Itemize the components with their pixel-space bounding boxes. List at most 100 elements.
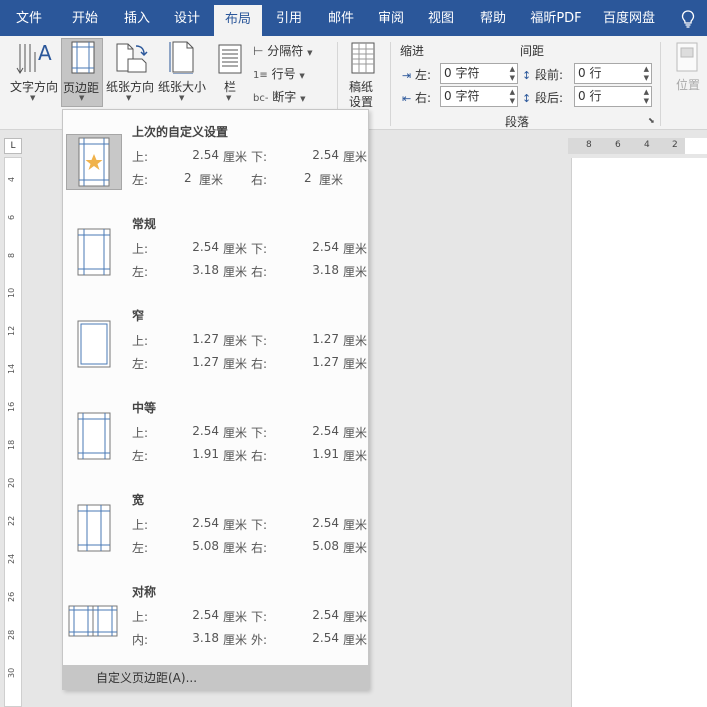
orientation-button[interactable]: 纸张方向 ▼ <box>104 38 156 106</box>
spin-down-icon[interactable]: ▼ <box>510 74 515 82</box>
tab-design[interactable]: 设计 <box>164 0 210 36</box>
preset-name: 上次的自定义设置 <box>132 125 229 139</box>
label-top: 上: <box>132 426 149 440</box>
position-icon <box>676 42 698 72</box>
margin-preset-mirrored[interactable]: 对称 上: 2.54 厘米 下: 2.54 厘米 内: 3.18 厘米 外: 2… <box>63 576 368 668</box>
spin-up-icon[interactable]: ▲ <box>510 88 515 96</box>
unit: 厘米 <box>343 541 368 555</box>
paper-size-button[interactable]: 纸张大小 ▼ <box>157 38 209 106</box>
unit: 厘米 <box>343 610 368 624</box>
label-top: 上: <box>132 334 149 348</box>
lightbulb-icon[interactable] <box>680 10 696 28</box>
label-top: 上: <box>132 150 149 164</box>
spin-down-icon[interactable]: ▼ <box>510 97 515 105</box>
dialog-launcher-icon[interactable]: ⬊ <box>648 116 655 125</box>
spin-down-icon[interactable]: ▼ <box>644 97 649 105</box>
preset-name: 窄 <box>132 309 145 323</box>
line-numbers-button[interactable]: 1≡ 行号 ▼ <box>253 65 305 82</box>
value-bottom: 2.54 <box>312 240 339 254</box>
spacing-after-input[interactable]: 0 行 ▲ ▼ <box>574 86 652 107</box>
tab-selector[interactable]: L <box>4 138 22 154</box>
chevron-down-icon: ▼ <box>299 72 305 80</box>
margin-preset-narrow[interactable]: 窄 上: 1.27 厘米 下: 1.27 厘米 左: 1.27 厘米 右: 1.… <box>63 300 368 392</box>
spin-up-icon[interactable]: ▲ <box>644 65 649 73</box>
hyphenation-label: 断字 <box>272 90 297 104</box>
margins-button[interactable]: 页边距 ▼ <box>61 38 103 107</box>
indent-left-icon: ⇥ <box>402 69 412 82</box>
tab-view[interactable]: 视图 <box>418 0 464 36</box>
line-numbers-icon: 1≡ <box>253 70 268 81</box>
indent-title: 缩进 <box>400 44 425 58</box>
manuscript-button[interactable]: 稿纸 设置 <box>345 38 381 109</box>
horizontal-ruler[interactable]: 8 6 4 2 <box>568 138 707 154</box>
margin-preset-normal[interactable]: 常规 上: 2.54 厘米 下: 2.54 厘米 左: 3.18 厘米 右: 3… <box>63 208 368 300</box>
value-left: 1.91 <box>192 447 219 461</box>
margin-preset-last-custom[interactable]: 上次的自定义设置 上: 2.54 厘米 下: 2.54 厘米 左: 2 厘米 右… <box>63 116 368 208</box>
tab-baidu-netdisk[interactable]: 百度网盘 <box>598 0 660 36</box>
vertical-ruler[interactable]: 4 6 8 10 12 14 16 18 20 22 24 26 28 30 <box>4 157 22 707</box>
ruler-tick-label: 2 <box>672 140 678 150</box>
chevron-down-icon: ▼ <box>307 49 313 57</box>
unit: 厘米 <box>343 334 368 348</box>
ruler-tick-label: 4 <box>7 176 16 182</box>
value-bottom: 2.54 <box>312 516 339 530</box>
preset-name: 对称 <box>132 585 157 599</box>
ruler-tick-label: 24 <box>7 553 16 564</box>
tab-help[interactable]: 帮助 <box>470 0 516 36</box>
columns-button[interactable]: 栏 ▼ <box>213 38 247 106</box>
value-top: 2.54 <box>192 424 219 438</box>
tab-home[interactable]: 开始 <box>62 0 108 36</box>
tab-foxit-pdf[interactable]: 福昕PDF <box>524 0 588 36</box>
custom-margins-button[interactable]: 自定义页边距(A)... <box>63 665 368 689</box>
ribbon-tab-bar: 文件 开始 插入 设计 布局 引用 邮件 审阅 视图 帮助 福昕PDF 百度网盘 <box>0 0 707 36</box>
unit: 厘米 <box>223 449 248 463</box>
spacing-after-row: ↕ 段后: <box>522 89 563 106</box>
indent-left-input[interactable]: 0 字符 ▲ ▼ <box>440 63 518 84</box>
unit: 厘米 <box>199 173 224 187</box>
columns-icon <box>218 44 242 74</box>
indent-right-input[interactable]: 0 字符 ▲ ▼ <box>440 86 518 107</box>
breaks-button[interactable]: ⊢ 分隔符 ▼ <box>253 42 313 59</box>
label-top: 上: <box>132 242 149 256</box>
spacing-before-input[interactable]: 0 行 ▲ ▼ <box>574 63 652 84</box>
spin-up-icon[interactable]: ▲ <box>644 88 649 96</box>
label-right: 右: <box>251 357 268 371</box>
ruler-tick-label: 20 <box>7 477 16 488</box>
group-separator <box>660 42 661 126</box>
tab-review[interactable]: 审阅 <box>368 0 414 36</box>
label-right: 右: <box>251 173 268 187</box>
ruler-tick-label: 6 <box>615 140 621 150</box>
position-button[interactable]: 位置 <box>670 40 704 100</box>
page-margin-icon <box>68 605 118 637</box>
custom-margins-label: 自定义页边距(A)... <box>96 671 198 685</box>
page-margin-icon <box>78 137 110 187</box>
tab-mailings[interactable]: 邮件 <box>318 0 364 36</box>
margin-preset-wide[interactable]: 宽 上: 2.54 厘米 下: 2.54 厘米 左: 5.08 厘米 右: 5.… <box>63 484 368 576</box>
unit: 厘米 <box>223 541 248 555</box>
chevron-down-icon: ▼ <box>226 94 232 102</box>
tab-layout[interactable]: 布局 <box>214 5 262 36</box>
spin-down-icon[interactable]: ▼ <box>644 74 649 82</box>
margin-preset-moderate[interactable]: 中等 上: 2.54 厘米 下: 2.54 厘米 左: 1.91 厘米 右: 1… <box>63 392 368 484</box>
tab-references[interactable]: 引用 <box>266 0 312 36</box>
indent-right-value: 0 字符 <box>444 89 480 103</box>
hyphenation-button[interactable]: bc- 断字 ▼ <box>253 88 306 105</box>
unit: 厘米 <box>343 426 368 440</box>
tab-insert[interactable]: 插入 <box>114 0 160 36</box>
value-right: 5.08 <box>312 539 339 553</box>
indent-right-label: 右: <box>415 91 432 105</box>
spin-up-icon[interactable]: ▲ <box>510 65 515 73</box>
unit: 厘米 <box>343 633 368 647</box>
label-outside: 外: <box>251 633 268 647</box>
unit: 厘米 <box>223 357 248 371</box>
label-right: 右: <box>251 265 268 279</box>
orientation-icon <box>116 43 148 73</box>
text-direction-label: 文字方向 <box>10 80 59 94</box>
tab-file[interactable]: 文件 <box>6 0 52 36</box>
text-direction-button[interactable]: A 文字方向 ▼ <box>6 38 60 106</box>
chevron-down-icon: ▼ <box>300 95 306 103</box>
document-page[interactable] <box>571 158 707 707</box>
ruler-tick-label: 8 <box>586 140 592 150</box>
text-direction-icon: A <box>16 41 52 74</box>
group-separator <box>390 42 391 126</box>
